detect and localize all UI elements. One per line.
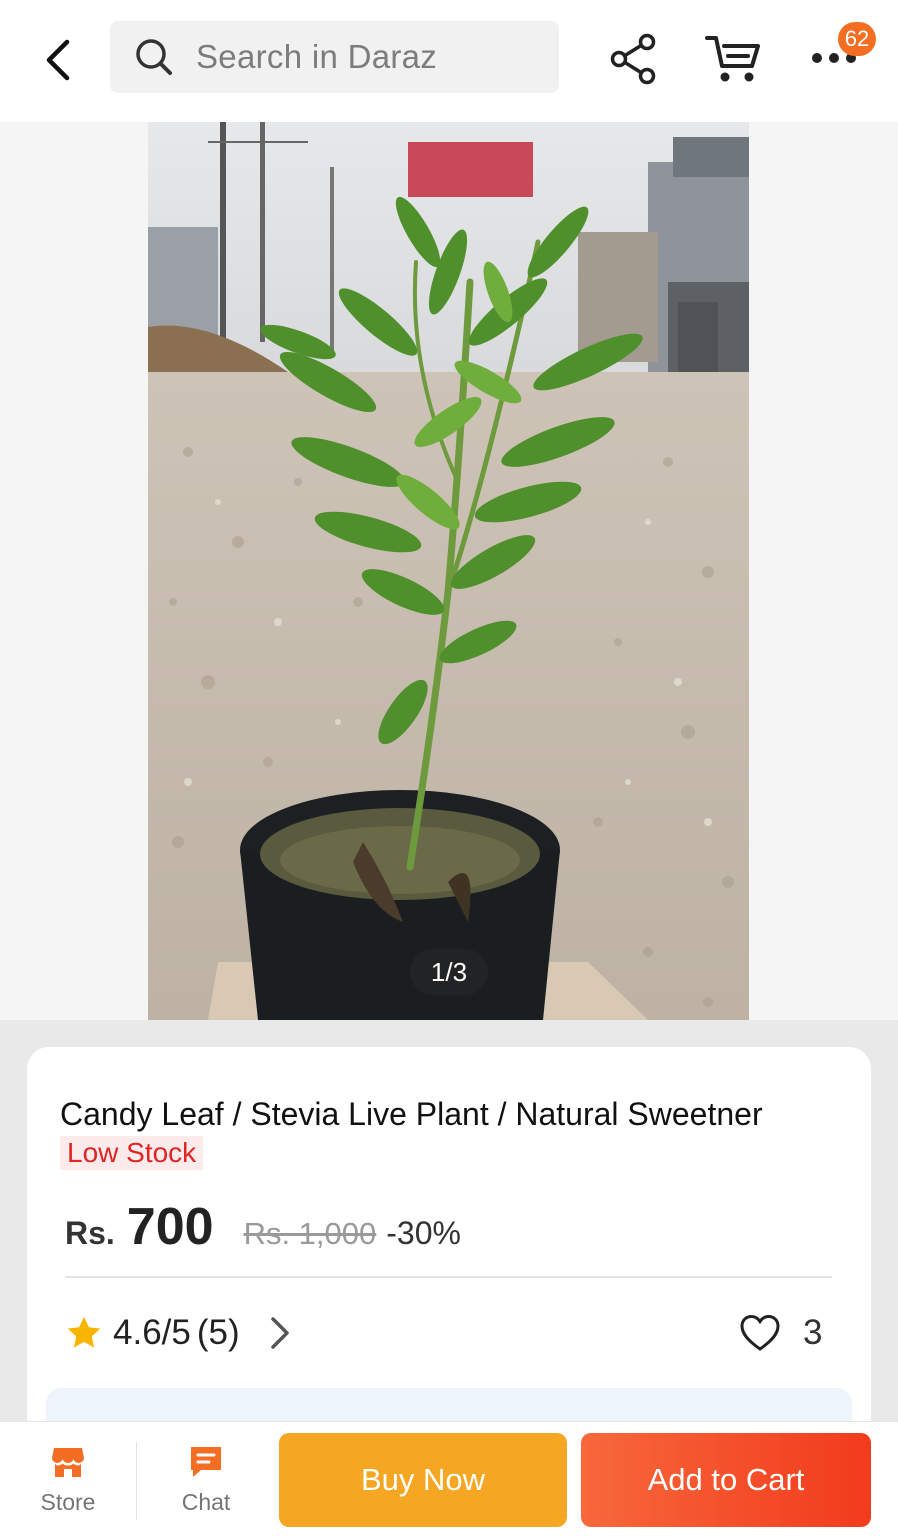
product-info-card: Candy Leaf / Stevia Live Plant / Natural… — [27, 1047, 871, 1467]
store-button[interactable]: Store — [18, 1444, 118, 1526]
divider — [65, 1276, 832, 1278]
search-input[interactable]: Search in Daraz — [110, 21, 559, 93]
star-icon — [67, 1316, 101, 1348]
cart-icon — [705, 36, 760, 82]
product-title: Candy Leaf / Stevia Live Plant / Natural… — [60, 1096, 763, 1132]
share-button[interactable] — [606, 30, 662, 88]
store-label: Store — [40, 1489, 96, 1515]
image-pager: 1/3 — [410, 949, 488, 995]
original-price: Rs. 1,000 — [243, 1216, 377, 1251]
cart-count-badge: 62 — [838, 22, 876, 56]
wishlist-count: 3 — [803, 1313, 823, 1352]
product-gallery[interactable]: 1/3 — [0, 122, 898, 1020]
wishlist-button[interactable]: 3 — [739, 1309, 822, 1357]
rating-link[interactable]: 4.6/5 (5) — [65, 1309, 292, 1357]
search-placeholder: Search in Daraz — [196, 38, 438, 75]
top-bar: Search in Daraz 62 — [0, 0, 898, 122]
back-arrow-icon — [46, 39, 70, 81]
chat-button[interactable]: Chat — [156, 1444, 256, 1526]
chat-icon — [191, 1447, 221, 1477]
add-to-cart-button[interactable]: Add to Cart — [581, 1433, 871, 1527]
rating-count: (5) — [196, 1313, 240, 1352]
rating-value: 4.6/5 — [113, 1313, 191, 1352]
store-icon — [52, 1448, 84, 1477]
nav-separator — [136, 1442, 137, 1520]
price-row: Rs. 700 Rs. 1,000 -30% — [65, 1197, 461, 1261]
cart-button[interactable] — [702, 28, 764, 88]
low-stock-badge: Low Stock — [60, 1136, 204, 1170]
price-value: 700 — [126, 1198, 214, 1256]
discount-percent: -30% — [386, 1215, 461, 1251]
back-button[interactable] — [30, 32, 86, 88]
chat-label: Chat — [181, 1489, 231, 1515]
bottom-action-bar: Store Chat Buy Now Add to Cart — [0, 1421, 898, 1536]
chevron-right-icon — [270, 1317, 289, 1349]
product-image[interactable] — [148, 122, 749, 1020]
price-currency: Rs. — [65, 1215, 115, 1251]
heart-icon — [740, 1314, 780, 1351]
share-icon — [610, 33, 656, 85]
search-icon — [134, 37, 174, 77]
buy-now-button[interactable]: Buy Now — [279, 1433, 567, 1527]
